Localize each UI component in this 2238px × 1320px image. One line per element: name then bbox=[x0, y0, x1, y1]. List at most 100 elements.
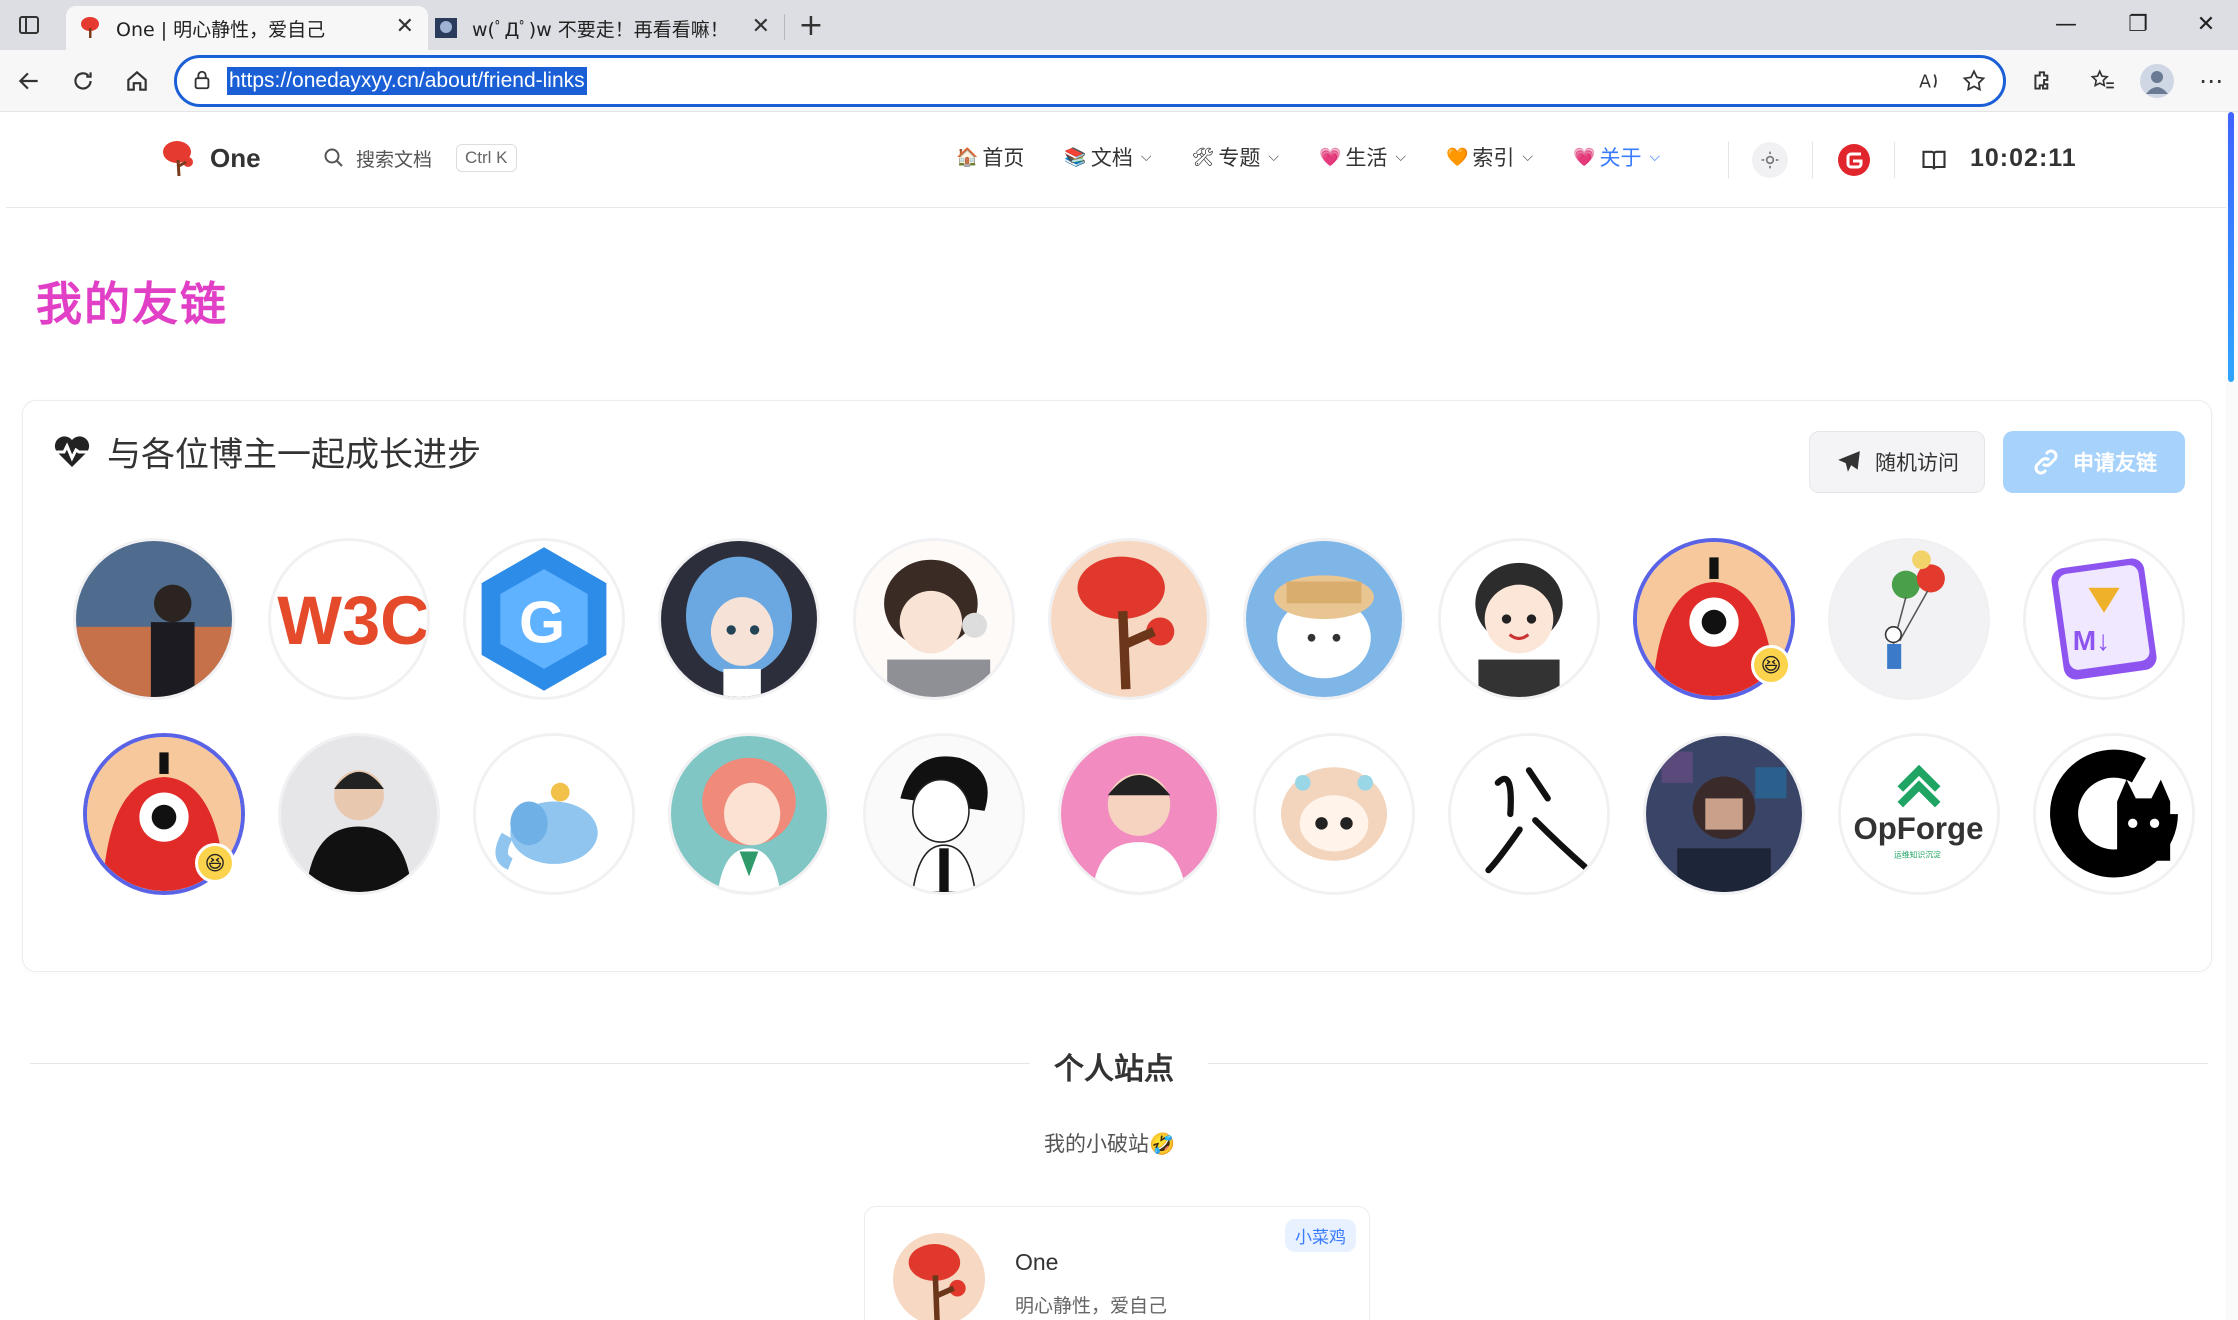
apply-link-button[interactable]: 申请友链 bbox=[2003, 431, 2185, 493]
friend-avatar[interactable] bbox=[853, 538, 1015, 700]
site-card-tag: 小菜鸡 bbox=[1285, 1219, 1356, 1252]
friend-avatar-w3c[interactable]: W3C bbox=[268, 538, 430, 700]
nav-label: 生活 bbox=[1345, 146, 1388, 170]
friend-avatar-balloons[interactable] bbox=[1828, 538, 1990, 700]
restore-icon[interactable]: ❐ bbox=[2118, 8, 2158, 42]
heart-emoji-icon: 💗 bbox=[1573, 146, 1596, 168]
friend-avatar[interactable] bbox=[1253, 733, 1415, 895]
random-visit-button[interactable]: 随机访问 bbox=[1809, 431, 1985, 493]
nav-item-life[interactable]: 💗 生活 ⌵ bbox=[1319, 142, 1406, 172]
laughing-emoji-badge: 😆 bbox=[195, 843, 235, 883]
nav-item-index[interactable]: 🧡 索引 ⌵ bbox=[1446, 142, 1533, 172]
friend-avatar-opforge[interactable]: OpForge 运维知识沉淀 bbox=[1838, 733, 2000, 895]
page-scrollbar-thumb[interactable] bbox=[2228, 112, 2234, 382]
friend-avatar[interactable] bbox=[1243, 538, 1405, 700]
section-subtitle: 我的小破站🤣 bbox=[1044, 1132, 1176, 1156]
chevron-down-icon: ⌵ bbox=[1268, 149, 1279, 165]
svg-text:OpForge: OpForge bbox=[1853, 811, 1983, 846]
books-emoji-icon: 📚 bbox=[1064, 146, 1087, 168]
friend-avatar[interactable] bbox=[1643, 733, 1805, 895]
friend-avatar-calligraphy[interactable] bbox=[1448, 733, 1610, 895]
nav-label: 关于 bbox=[1599, 146, 1642, 170]
browser-tab-strip: One | 明心静性，爱自己 ✕ w(ﾟДﾟ)w 不要走！再看看嘛！ ✕ + —… bbox=[0, 0, 2238, 50]
site-card-name: One bbox=[1015, 1249, 1059, 1275]
tab-one[interactable]: One | 明心静性，爱自己 ✕ bbox=[66, 6, 428, 50]
section-divider-left bbox=[30, 1063, 1030, 1064]
more-menu-icon[interactable]: ⋯ bbox=[2192, 62, 2230, 100]
site-card-desc: 明心静性，爱自己 bbox=[1015, 1295, 1168, 1317]
tab-close-icon[interactable]: ✕ bbox=[752, 14, 770, 39]
tools-emoji-icon: 🛠 bbox=[1191, 146, 1215, 168]
theme-toggle[interactable] bbox=[1752, 142, 1788, 178]
chevron-down-icon: ⌵ bbox=[1395, 149, 1406, 165]
favorites-icon[interactable] bbox=[2084, 62, 2122, 100]
search-box[interactable]: 搜索文档 Ctrl K bbox=[322, 144, 517, 172]
nav-item-about[interactable]: 💗 关于 ⌵ bbox=[1573, 142, 1660, 172]
friend-avatar-elephant[interactable] bbox=[473, 733, 635, 895]
laughing-emoji-badge: 😆 bbox=[1751, 645, 1791, 685]
friend-avatar[interactable] bbox=[1058, 733, 1220, 895]
section-divider-right bbox=[1208, 1063, 2208, 1064]
search-shortcut: Ctrl K bbox=[456, 144, 517, 172]
friend-avatar[interactable] bbox=[668, 733, 830, 895]
section-title: 个人站点 bbox=[1054, 1052, 1174, 1087]
paper-plane-icon bbox=[1838, 451, 1860, 472]
apply-link-label: 申请友链 bbox=[2073, 451, 2157, 475]
tab-favicon bbox=[435, 18, 457, 38]
tab-separator bbox=[784, 14, 785, 40]
nav-label: 专题 bbox=[1218, 146, 1261, 170]
friend-avatar[interactable] bbox=[1438, 538, 1600, 700]
friend-avatar[interactable] bbox=[863, 733, 1025, 895]
home-icon[interactable] bbox=[118, 62, 156, 100]
minimize-icon[interactable]: — bbox=[2046, 8, 2086, 42]
friend-avatar[interactable] bbox=[73, 538, 235, 700]
favorite-star-icon[interactable] bbox=[1961, 68, 1987, 94]
address-url[interactable]: https://onedayxyy.cn/about/friend-links bbox=[227, 67, 587, 95]
header-divider bbox=[1728, 142, 1729, 178]
nav-item-topics[interactable]: 🛠 专题 ⌵ bbox=[1191, 142, 1278, 172]
profile-avatar[interactable] bbox=[2138, 62, 2176, 100]
friend-avatar-g-logo[interactable]: G bbox=[463, 538, 625, 700]
tab-actions-icon[interactable] bbox=[10, 6, 48, 44]
site-card-avatar bbox=[893, 1233, 985, 1320]
back-icon[interactable] bbox=[10, 62, 48, 100]
friend-avatar-cat-logo[interactable] bbox=[2033, 733, 2195, 895]
search-icon bbox=[324, 148, 343, 167]
nav-item-home[interactable]: 🏠 首页 bbox=[956, 142, 1024, 172]
friend-avatar-markdown[interactable]: M↓ bbox=[2023, 538, 2185, 700]
friend-avatar-tree[interactable] bbox=[1048, 538, 1210, 700]
svg-text:G: G bbox=[519, 588, 565, 655]
address-bar[interactable]: https://onedayxyy.cn/about/friend-links … bbox=[174, 55, 2006, 107]
lock-icon[interactable] bbox=[191, 69, 213, 91]
reload-icon[interactable] bbox=[64, 62, 102, 100]
nav-item-docs[interactable]: 📚 文档 ⌵ bbox=[1064, 142, 1151, 172]
svg-text:W3C: W3C bbox=[277, 582, 427, 659]
new-tab-icon[interactable]: + bbox=[792, 6, 830, 44]
gitee-icon bbox=[1838, 144, 1870, 176]
site-header: One 搜索文档 Ctrl K 🏠 首页 📚 文档 ⌵ 🛠 专题 ⌵ 💗 生活 ⌵ 🧡 索引 ⌵ … bbox=[6, 112, 2226, 208]
tab-second[interactable]: w(ﾟДﾟ)w 不要走！再看看嘛！ ✕ bbox=[432, 6, 784, 50]
extensions-icon[interactable] bbox=[2024, 62, 2062, 100]
svg-text:A: A bbox=[1919, 73, 1931, 93]
chevron-down-icon: ⌵ bbox=[1649, 149, 1661, 165]
read-aloud-icon[interactable]: A bbox=[1917, 68, 1943, 94]
friend-links-card: 与各位博主一起成长进步 随机访问 申请友链 W3C G 😆 M↓ 😆 OpFor… bbox=[22, 400, 2212, 972]
site-card[interactable]: One 明心静性，爱自己 小菜鸡 bbox=[864, 1206, 1370, 1320]
friend-avatar[interactable] bbox=[658, 538, 820, 700]
chevron-down-icon: ⌵ bbox=[1140, 149, 1152, 165]
tab-close-icon[interactable]: ✕ bbox=[396, 14, 414, 39]
header-divider bbox=[1812, 142, 1813, 178]
site-logo[interactable]: One bbox=[160, 138, 261, 178]
header-divider bbox=[1894, 142, 1895, 178]
close-window-icon[interactable]: ✕ bbox=[2186, 8, 2226, 42]
link-icon bbox=[2034, 449, 2058, 475]
book-icon bbox=[1922, 150, 1946, 170]
nav-label: 首页 bbox=[982, 146, 1025, 170]
friend-avatar[interactable] bbox=[278, 733, 440, 895]
heart-emoji-icon: 💗 bbox=[1318, 146, 1342, 168]
gitee-link[interactable] bbox=[1836, 142, 1872, 178]
browser-toolbar: https://onedayxyy.cn/about/friend-links … bbox=[0, 50, 2238, 112]
reading-mode[interactable] bbox=[1916, 142, 1952, 178]
random-visit-label: 随机访问 bbox=[1875, 451, 1959, 475]
card-heading: 与各位博主一起成长进步 bbox=[53, 427, 481, 476]
